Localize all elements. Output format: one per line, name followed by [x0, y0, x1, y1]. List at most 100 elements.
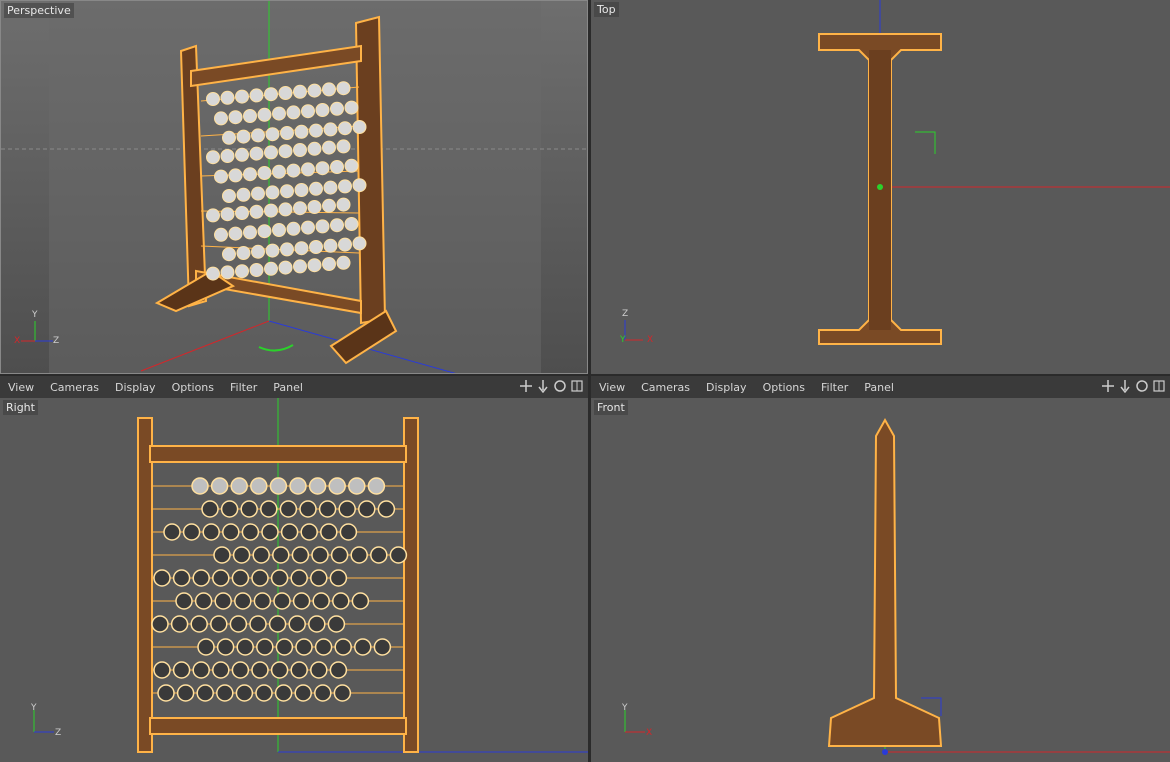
bead	[251, 569, 269, 587]
bead	[294, 183, 309, 197]
maximize-icon[interactable]	[1152, 379, 1166, 393]
bead	[228, 226, 243, 241]
bead	[220, 90, 235, 105]
bead	[315, 161, 330, 176]
menu-panel-right[interactable]: Panel	[856, 381, 902, 394]
menu-filter-right[interactable]: Filter	[813, 381, 856, 394]
bead	[197, 638, 215, 656]
bead	[290, 569, 308, 587]
bead	[310, 661, 328, 679]
bead	[172, 661, 191, 679]
bead	[307, 258, 322, 273]
viewport-label-perspective: Perspective	[4, 3, 74, 18]
bead	[352, 178, 367, 193]
gizmo-label-y-front: Y	[622, 703, 628, 713]
bead	[333, 684, 352, 702]
bead	[257, 166, 272, 180]
bead	[235, 89, 249, 104]
bead	[299, 500, 317, 518]
bead	[230, 477, 248, 495]
bead	[280, 523, 299, 541]
menu-cameras[interactable]: Cameras	[42, 381, 107, 394]
bead	[330, 160, 344, 174]
bead	[206, 92, 220, 106]
bead	[336, 139, 351, 154]
menu-view-right[interactable]: View	[591, 381, 633, 394]
bead	[206, 208, 220, 223]
bead	[309, 181, 323, 196]
bead	[294, 684, 312, 702]
bead	[212, 569, 230, 587]
bead	[252, 546, 270, 564]
menu-panel[interactable]: Panel	[265, 381, 311, 394]
bead	[336, 255, 351, 270]
menu-options[interactable]: Options	[164, 381, 222, 394]
bead	[318, 500, 337, 518]
bead	[222, 130, 236, 145]
bead	[172, 569, 191, 587]
menu-view[interactable]: View	[0, 381, 42, 394]
rotate-icon[interactable]	[553, 379, 567, 393]
bead	[235, 264, 249, 279]
axis-gizmo-right	[33, 710, 54, 733]
menu-filter[interactable]: Filter	[222, 381, 265, 394]
menubar-left: View Cameras Display Options Filter Pane…	[0, 375, 588, 399]
bead	[235, 206, 249, 220]
bead	[157, 684, 175, 702]
bead	[330, 546, 349, 564]
bead	[301, 220, 315, 235]
menu-cameras-right[interactable]: Cameras	[633, 381, 698, 394]
perspective-viewport[interactable]: Perspective Y Z X	[0, 0, 588, 374]
right-bead-group	[151, 477, 408, 702]
bead	[300, 523, 318, 541]
front-viewport[interactable]: Front Y X	[591, 398, 1170, 762]
bead	[220, 149, 235, 163]
bead	[307, 141, 322, 156]
bead	[231, 661, 250, 679]
rotate-icon[interactable]	[1135, 379, 1149, 393]
bead	[367, 477, 386, 495]
bead	[220, 265, 235, 280]
bead	[330, 101, 344, 116]
bead	[214, 111, 228, 126]
bead	[344, 217, 359, 231]
bead	[322, 198, 336, 213]
bead	[241, 523, 260, 541]
arrow-down-icon[interactable]	[1118, 379, 1132, 393]
bead	[231, 569, 250, 587]
arrow-down-icon[interactable]	[536, 379, 550, 393]
menu-display-right[interactable]: Display	[698, 381, 755, 394]
top-viewport[interactable]: Top Z Y X	[591, 0, 1170, 374]
bead	[210, 615, 228, 633]
bead	[389, 546, 408, 564]
bead	[278, 144, 293, 159]
gizmo-label-x-top: X	[647, 335, 654, 345]
bead	[344, 158, 359, 173]
bead	[163, 523, 181, 541]
gizmo-label-z-top: Z	[622, 309, 629, 319]
bead	[268, 615, 287, 633]
bead	[216, 638, 235, 656]
menu-display[interactable]: Display	[107, 381, 164, 394]
move-icon[interactable]	[1101, 379, 1115, 393]
bead	[214, 592, 232, 610]
bead	[329, 569, 348, 587]
bead	[294, 241, 309, 256]
bead	[264, 261, 278, 276]
bead	[308, 615, 326, 633]
right-viewport[interactable]: Right Y Z	[0, 398, 588, 762]
bead	[301, 104, 315, 119]
bead	[272, 164, 286, 179]
maximize-icon[interactable]	[570, 379, 584, 393]
bead	[338, 237, 352, 252]
move-icon[interactable]	[519, 379, 533, 393]
bead	[352, 120, 367, 134]
bead	[338, 500, 356, 518]
menu-options-right[interactable]: Options	[755, 381, 813, 394]
bead	[201, 500, 219, 518]
bead	[339, 523, 358, 541]
bead	[190, 615, 208, 633]
bead	[194, 592, 213, 610]
bead	[256, 638, 274, 656]
bead	[250, 477, 268, 495]
